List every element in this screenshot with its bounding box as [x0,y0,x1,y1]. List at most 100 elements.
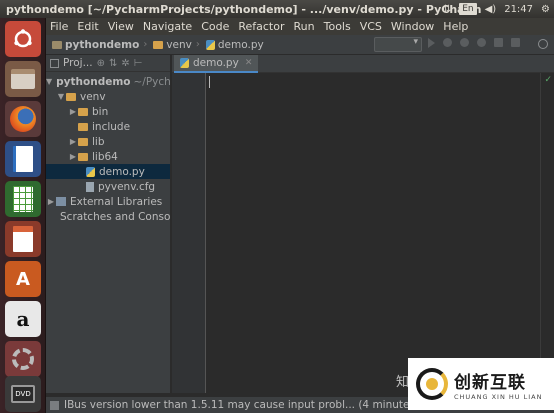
files-icon[interactable] [5,61,41,97]
expanded-arrow-icon[interactable]: ▼ [56,92,66,101]
code-editor[interactable]: ✓ [207,73,554,393]
ubuntu-dash-icon[interactable] [5,21,41,57]
tree-node-scratches[interactable]: Scratches and Consoles [46,209,171,224]
settings-gear-icon[interactable]: ✲ [121,58,129,69]
brand-name-cn: 创新互联 [454,372,526,393]
menu-code[interactable]: Code [201,20,229,33]
menu-bar: File Edit View Navigate Code Refactor Ru… [46,18,554,35]
project-panel-header: Proj... ⊕ ⇅ ✲ ⊢ [46,55,170,72]
collapsed-arrow-icon[interactable]: ▶ [68,107,78,116]
keyboard-layout-indicator[interactable]: En [459,3,477,15]
tree-node-label: pythondemo [56,75,131,88]
breadcrumb-file-label: demo.py [217,38,264,51]
breadcrumb-folder-label: venv [166,38,192,51]
search-everywhere-icon[interactable] [538,39,548,49]
menu-view[interactable]: View [108,20,134,33]
writer-icon[interactable] [5,141,41,177]
editor-tab-demo-py[interactable]: demo.py ✕ [174,55,259,73]
unity-launcher: A a DVD [0,18,46,413]
volume-icon[interactable]: ◀) [485,4,497,15]
tree-node-include[interactable]: include [46,119,170,134]
project-view-selector[interactable]: Proj... [63,57,93,69]
python-file-icon [205,39,215,50]
navigation-bar: pythondemo › venv › demo.py [46,35,554,55]
project-structure-icon[interactable] [511,38,520,47]
tree-node-venv[interactable]: ▼ venv [46,89,170,104]
tree-node-demo-py[interactable]: demo.py [46,164,170,179]
menu-vcs[interactable]: VCS [360,20,382,33]
tree-node-label: lib [92,135,105,148]
run-toolbar [428,38,520,48]
library-icon [56,197,66,206]
expanded-arrow-icon[interactable]: ▼ [46,77,52,86]
config-file-icon [86,181,94,192]
clock[interactable]: 21:47 [504,4,533,15]
tree-node-label: include [92,120,131,133]
breadcrumb-folder[interactable]: venv [153,39,192,51]
run-configuration-dropdown[interactable] [374,37,422,52]
tree-node-label: lib64 [92,150,118,163]
sync-icon[interactable]: ⊕ [97,58,105,69]
power-icon[interactable]: ⚙ [541,4,550,15]
collapsed-arrow-icon[interactable]: ▶ [68,152,78,161]
brand-watermark: 创新互联 CHUANG XIN HU LIAN [408,358,554,410]
collapsed-arrow-icon[interactable]: ▶ [68,137,78,146]
close-icon[interactable]: ✕ [245,58,253,68]
editor-tab-label: demo.py [193,57,239,69]
dvd-icon[interactable]: DVD [5,376,41,412]
collapse-all-icon[interactable]: ⇅ [109,58,117,69]
menu-help[interactable]: Help [443,20,468,33]
status-message[interactable]: IBus version lower than 1.5.11 may cause… [64,399,442,411]
folder-icon [78,122,88,131]
brand-text: 创新互联 CHUANG XIN HU LIAN [454,368,542,401]
coverage-icon[interactable] [460,38,469,47]
profile-icon[interactable] [477,38,486,47]
brand-name-en: CHUANG XIN HU LIAN [454,392,543,401]
run-icon[interactable] [428,38,435,48]
tree-node-path: ~/PycharmProjects/pythondemo [133,75,171,88]
tree-node-bin[interactable]: ▶ bin [46,104,170,119]
amazon-icon[interactable]: a [5,301,41,337]
menu-refactor[interactable]: Refactor [238,20,284,33]
tool-windows-icon[interactable] [50,400,59,410]
brand-logo-icon [416,368,448,400]
python-file-icon [180,58,189,68]
tree-node-lib64[interactable]: ▶ lib64 [46,149,170,164]
settings-icon[interactable] [5,341,41,377]
tree-node-lib[interactable]: ▶ lib [46,134,170,149]
stop-icon[interactable] [494,38,503,47]
breadcrumb-file[interactable]: demo.py [205,38,264,51]
menu-window[interactable]: Window [391,20,434,33]
firefox-icon[interactable] [5,101,41,137]
editor-gutter[interactable] [172,73,206,393]
folder-icon [78,137,88,146]
tree-node-label: pyvenv.cfg [98,180,156,193]
breadcrumb-separator: › [143,39,148,50]
tree-node-label: venv [80,90,106,103]
folder-icon [52,40,62,49]
menu-run[interactable]: Run [294,20,315,33]
menu-tools[interactable]: Tools [324,20,351,33]
network-arrows-icon[interactable]: ⇅ [443,4,451,15]
hide-panel-icon[interactable]: ⊢ [134,58,143,69]
impress-icon[interactable] [5,221,41,257]
menu-file[interactable]: File [50,20,68,33]
software-center-icon[interactable]: A [5,261,41,297]
tree-node-external-libraries[interactable]: ▶ External Libraries [46,194,170,209]
menu-navigate[interactable]: Navigate [143,20,192,33]
tree-node-label: Scratches and Consoles [60,210,171,223]
python-file-icon [86,166,95,177]
breadcrumb-project[interactable]: pythondemo [52,39,139,51]
breadcrumb-separator: › [195,39,200,50]
calc-icon[interactable] [5,181,41,217]
menu-edit[interactable]: Edit [77,20,98,33]
right-margin-guide [540,73,541,393]
tree-node-pyvenv-cfg[interactable]: pyvenv.cfg [46,179,170,194]
editor-tab-bar: demo.py ✕ [172,55,554,73]
project-view-icon [50,58,59,68]
system-tray: ⇅ En ◀) 21:47 ⚙ [443,0,550,18]
tree-node-root[interactable]: ▼ pythondemo ~/PycharmProjects/pythondem… [46,74,171,89]
inspection-ok-icon[interactable]: ✓ [544,75,552,85]
debug-icon[interactable] [443,38,452,47]
collapsed-arrow-icon[interactable]: ▶ [46,197,56,206]
